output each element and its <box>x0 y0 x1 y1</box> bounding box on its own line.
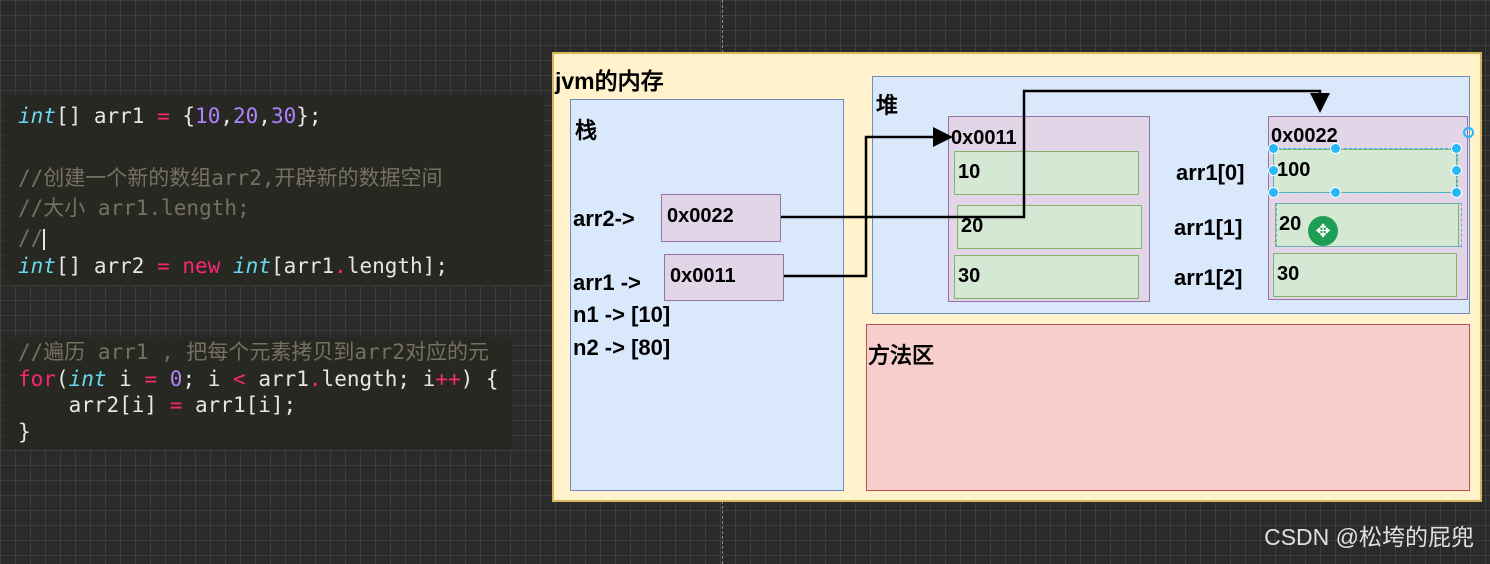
arr2-to-0x0022-arrow <box>781 89 1330 219</box>
watermark: CSDN @松垮的屁兜 <box>1264 524 1474 550</box>
arr1-to-0x0011-arrow <box>784 127 953 278</box>
connector-layer <box>781 89 1330 278</box>
